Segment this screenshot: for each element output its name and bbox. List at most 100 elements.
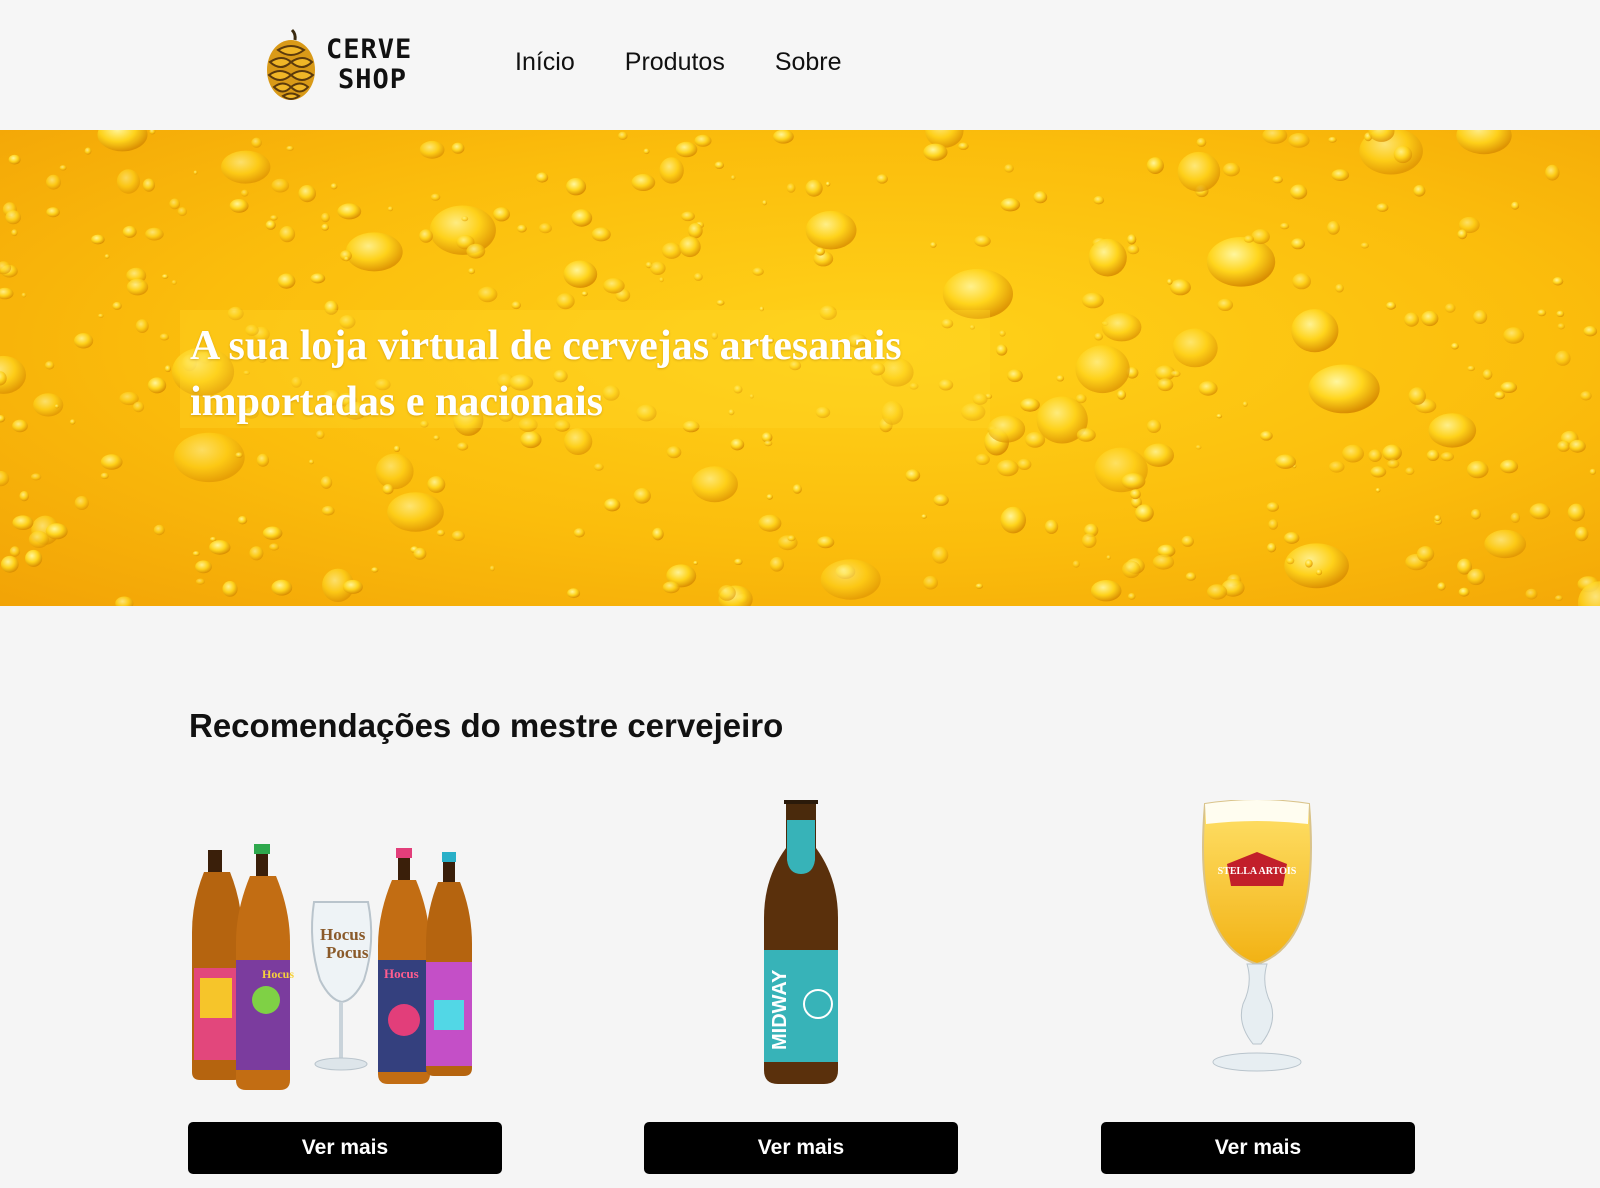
bubble-drop (173, 432, 245, 483)
bubble-drop (693, 272, 703, 281)
bubble-drop (817, 536, 835, 549)
nav-link-inicio[interactable]: Início (515, 48, 575, 77)
bubble-drop (1075, 393, 1087, 404)
bubble-drop (1196, 137, 1207, 147)
bubble-drop (931, 546, 949, 564)
bubble-drop (987, 415, 1026, 443)
bubble-drop (1127, 244, 1140, 255)
bubble-drop (1537, 309, 1547, 317)
bubble-drop (1094, 332, 1103, 341)
bubble-drop (1075, 345, 1130, 394)
bubble-drop (1327, 221, 1340, 235)
svg-text:Hocus: Hocus (262, 967, 294, 981)
bubble-drop (24, 549, 43, 567)
bubble-drop (1177, 151, 1221, 192)
bubble-drop (177, 207, 187, 217)
bubble-drop (1557, 323, 1565, 330)
bubble-drop (1044, 519, 1059, 534)
bubble-drop (1376, 203, 1389, 212)
bubble-drop (21, 292, 27, 298)
bubble-drop (387, 492, 444, 532)
bubble-drop (116, 169, 140, 194)
bubble-drop (1198, 381, 1218, 396)
bubble-drop (1286, 557, 1295, 565)
bubble-drop (1206, 237, 1276, 287)
bubble-drop (730, 438, 745, 451)
bubble-drop (1328, 136, 1337, 143)
bubble-drop (1260, 431, 1273, 441)
bubble-drop (691, 466, 738, 503)
bubble-drop (1088, 238, 1127, 277)
bubble-drop (1093, 196, 1105, 205)
bubble-drop (100, 472, 109, 480)
hocus-pocus-kit-image[interactable]: Hocus Hocus Pocus Hocus (188, 800, 502, 1095)
hop-icon (267, 28, 315, 100)
bubble-drop (520, 431, 542, 449)
bubble-drop (135, 319, 149, 333)
bubble-drop (5, 210, 21, 225)
bubble-drop (44, 361, 55, 370)
bubble-drop (1467, 365, 1475, 372)
bubble-drop (1555, 350, 1571, 366)
bubble-drop (457, 442, 469, 451)
bubble-drop (337, 203, 362, 220)
bubble-drop (279, 226, 296, 243)
bubble-drop (1375, 488, 1381, 493)
bubble-drop (1272, 175, 1283, 184)
bubble-drop (563, 260, 598, 288)
bubble-drop (1557, 440, 1570, 452)
bubble-drop (1266, 502, 1280, 512)
bubble-drop (229, 199, 249, 213)
bubble-drop (270, 215, 278, 221)
bubble-drop (1589, 468, 1597, 475)
stella-artois-chalice-image[interactable]: STELLA ARTOIS (1101, 800, 1415, 1095)
bubble-drop (30, 473, 42, 481)
bubble-drop (112, 301, 122, 310)
bubble-drop (1569, 439, 1586, 453)
hero-title: A sua loja virtual de cervejas artesanai… (190, 323, 902, 425)
bubble-drop (98, 313, 104, 318)
bubble-drop (1262, 130, 1288, 144)
bubble-drop (115, 596, 134, 606)
nav-link-sobre[interactable]: Sobre (775, 48, 842, 77)
bubble-drop (792, 484, 802, 494)
bubble-drop (716, 299, 725, 306)
bubble-drop (581, 291, 588, 297)
bubble-drop (1511, 201, 1520, 210)
goose-island-midway-bottle-image[interactable]: MIDWAY (644, 800, 958, 1095)
bubble-drop (1181, 535, 1194, 547)
bubble-drop (958, 142, 969, 150)
ver-mais-button[interactable]: Ver mais (1101, 1122, 1415, 1174)
bubble-drop (571, 209, 593, 227)
bubble-drop (1467, 568, 1485, 586)
bubble-drop (1451, 342, 1459, 350)
bubble-drop (1421, 310, 1439, 327)
site-header: CERVE SHOP Início Produtos Sobre (0, 0, 1600, 130)
svg-text:MIDWAY: MIDWAY (769, 969, 791, 1050)
bubble-drop (321, 212, 330, 223)
bubble-drop (921, 514, 927, 519)
bubble-drop (996, 344, 1008, 356)
bubble-drop (1143, 443, 1174, 467)
ver-mais-button[interactable]: Ver mais (644, 1122, 958, 1174)
product-card: Hocus Hocus Pocus Hocus Ver mais (188, 800, 502, 1176)
bubble-drop (659, 157, 684, 184)
bubble-drop (1291, 238, 1305, 250)
bubble-drop (643, 148, 650, 155)
nav-link-produtos[interactable]: Produtos (625, 48, 725, 77)
bubble-drop (310, 273, 326, 284)
brand-logo[interactable]: CERVE SHOP (262, 28, 432, 102)
bubble-drop (1387, 459, 1400, 469)
bubble-drop (681, 211, 695, 222)
bubble-drop (1529, 503, 1551, 520)
bubble-drop (1342, 444, 1364, 463)
bubble-drop (222, 581, 238, 597)
bubble-drop (28, 531, 49, 548)
bubble-drop (371, 567, 379, 573)
product-card: STELLA ARTOIS Ver mais (1101, 800, 1415, 1176)
bubble-drop (618, 131, 628, 140)
bubble-drop (0, 415, 6, 423)
bubble-drop (563, 428, 593, 455)
svg-text:Hocus: Hocus (384, 966, 419, 981)
ver-mais-button[interactable]: Ver mais (188, 1122, 502, 1174)
